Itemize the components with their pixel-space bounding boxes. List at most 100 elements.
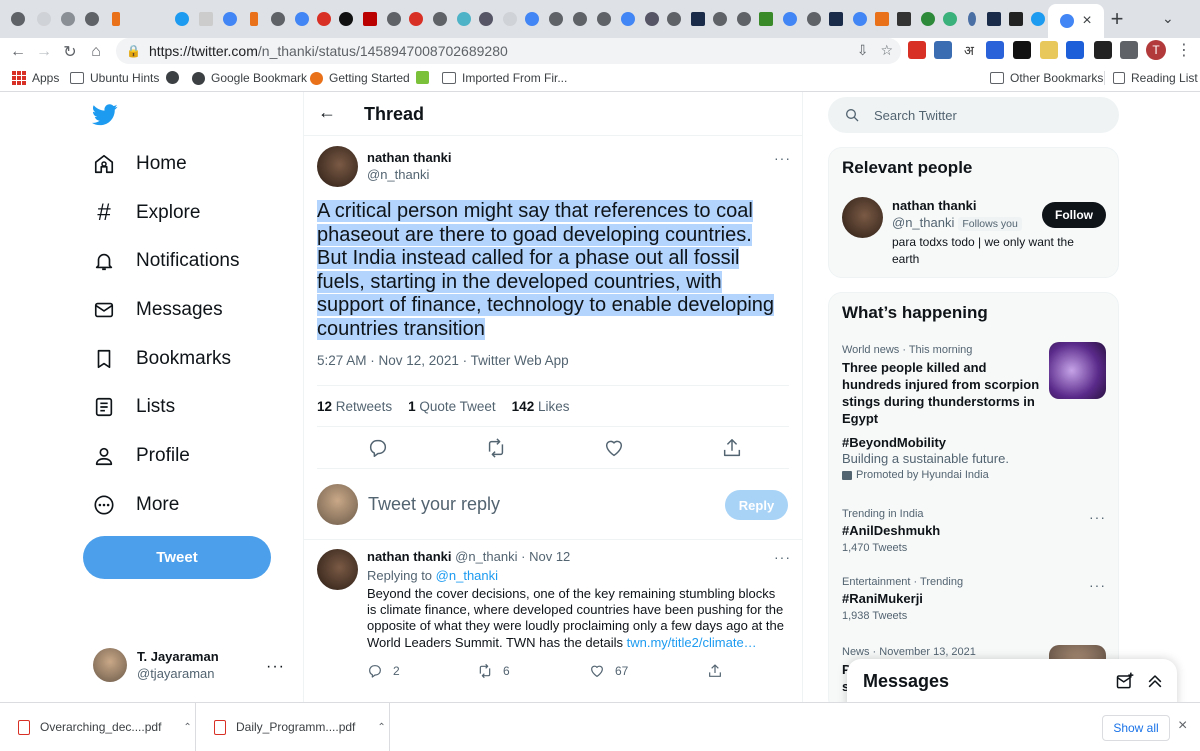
follow-button[interactable]: Follow — [1042, 202, 1106, 228]
replying-to-handle[interactable]: @n_thanki — [436, 568, 498, 583]
browser-tab[interactable] — [1028, 8, 1048, 30]
browser-tab[interactable] — [268, 8, 288, 30]
twitter-bird-icon[interactable] — [92, 104, 118, 126]
expand-chevron-up-icon[interactable] — [1145, 671, 1165, 691]
browser-tab[interactable] — [430, 8, 450, 30]
extension-icon[interactable] — [1040, 41, 1058, 59]
retweet-icon[interactable] — [485, 437, 507, 459]
browser-tab[interactable] — [826, 8, 846, 30]
quotes-stat[interactable]: 1 Quote Tweet — [408, 399, 496, 414]
retweets-stat[interactable]: 12 Retweets — [317, 399, 392, 414]
browser-tab[interactable] — [962, 8, 982, 30]
chevron-up-icon[interactable]: ⌃ — [377, 722, 385, 733]
bookmark-star-icon[interactable]: ☆ — [880, 42, 893, 59]
browser-tab[interactable] — [58, 8, 78, 30]
browser-tab[interactable] — [894, 8, 914, 30]
news-thumbnail[interactable] — [1049, 342, 1106, 399]
browser-tab[interactable] — [384, 8, 404, 30]
browser-tab[interactable] — [106, 8, 126, 30]
browser-tab[interactable] — [642, 8, 662, 30]
nav-messages[interactable]: Messages — [92, 298, 223, 322]
bookmark-extension[interactable] — [416, 71, 429, 84]
bookmark-ubuntu-hints[interactable]: Ubuntu Hints — [70, 71, 159, 85]
home-icon[interactable]: ⌂ — [84, 40, 108, 64]
avatar[interactable] — [842, 197, 883, 238]
share-action[interactable] — [707, 663, 723, 679]
browser-tab[interactable] — [8, 8, 28, 30]
nav-more[interactable]: More — [92, 493, 179, 517]
reading-list[interactable]: Reading List — [1104, 71, 1198, 85]
share-icon[interactable] — [721, 437, 743, 459]
back-arrow-icon[interactable]: ← — [6, 40, 30, 64]
bookmark-imported[interactable]: Imported From Fir... — [442, 71, 567, 85]
author-name[interactable]: nathan thanki — [367, 549, 452, 564]
trend-more-icon[interactable]: ··· — [1089, 509, 1106, 525]
browser-tab[interactable] — [594, 8, 614, 30]
hindi-extension-icon[interactable]: अ — [960, 41, 978, 59]
browser-tab[interactable] — [314, 8, 334, 30]
tweet-link[interactable]: twn.my/title2/climate… — [627, 635, 757, 650]
tab-search-chevron-icon[interactable]: ⌄ — [1162, 10, 1174, 27]
reply-button[interactable]: Reply — [725, 490, 788, 520]
avatar[interactable] — [317, 549, 358, 590]
close-icon[interactable]: × — [1178, 717, 1187, 735]
trend-item[interactable]: Trending in India #AnilDeshmukh 1,470 Tw… — [842, 508, 1107, 554]
browser-tab[interactable] — [476, 8, 496, 30]
account-more-icon[interactable]: ··· — [266, 658, 285, 676]
bookmark-globe[interactable] — [166, 71, 179, 84]
show-all-downloads-button[interactable]: Show all — [1102, 715, 1170, 741]
browser-tab[interactable] — [618, 8, 638, 30]
puzzle-extensions-icon[interactable] — [1120, 41, 1138, 59]
trend-more-icon[interactable]: ··· — [1089, 577, 1106, 593]
browser-tab[interactable] — [570, 8, 590, 30]
nav-notifications[interactable]: Notifications — [92, 249, 240, 273]
download-item[interactable]: Daily_Programm....pdf ⌃ — [196, 703, 390, 751]
account-switcher[interactable]: T. Jayaraman @tjayaraman — [93, 648, 219, 682]
person-name[interactable]: nathan thanki — [892, 198, 977, 213]
bookmark-other[interactable]: Other Bookmarks — [990, 71, 1103, 85]
likes-stat[interactable]: 142 Likes — [512, 399, 570, 414]
browser-tab[interactable] — [850, 8, 870, 30]
browser-tab[interactable] — [336, 8, 356, 30]
browser-tab[interactable] — [522, 8, 542, 30]
avatar[interactable] — [317, 146, 358, 187]
browser-tab[interactable] — [734, 8, 754, 30]
browser-tab[interactable] — [664, 8, 684, 30]
browser-tab[interactable] — [292, 8, 312, 30]
install-app-icon[interactable]: ⇩ — [857, 42, 869, 59]
nav-lists[interactable]: Lists — [92, 395, 175, 419]
reload-icon[interactable]: ↻ — [58, 40, 82, 64]
browser-tab[interactable] — [804, 8, 824, 30]
author-handle[interactable]: @n_thanki — [455, 549, 517, 564]
browser-tab[interactable] — [918, 8, 938, 30]
browser-tab[interactable] — [710, 8, 730, 30]
tweet-more-icon[interactable]: ··· — [774, 549, 791, 565]
browser-tab[interactable] — [688, 8, 708, 30]
browser-tab-active[interactable]: × — [1048, 4, 1104, 38]
tweet-more-icon[interactable]: ··· — [774, 150, 791, 166]
extension-icon[interactable] — [1013, 41, 1031, 59]
browser-tab[interactable] — [360, 8, 380, 30]
like-heart-icon[interactable] — [603, 437, 625, 459]
browser-tab[interactable] — [82, 8, 102, 30]
nav-profile[interactable]: Profile — [92, 444, 190, 468]
browser-tab[interactable] — [940, 8, 960, 30]
profile-avatar[interactable]: T — [1146, 40, 1166, 60]
tweet-button[interactable]: Tweet — [83, 536, 271, 579]
extension-icon[interactable] — [1066, 41, 1084, 59]
bookmark-apps[interactable]: Apps — [12, 71, 59, 85]
extension-icon[interactable] — [1094, 41, 1112, 59]
chevron-up-icon[interactable]: ⌃ — [183, 722, 191, 733]
browser-tab[interactable] — [780, 8, 800, 30]
browser-tab[interactable] — [220, 8, 240, 30]
extension-icon[interactable] — [986, 41, 1004, 59]
close-tab-icon[interactable]: × — [1082, 12, 1091, 30]
browser-tab[interactable] — [406, 8, 426, 30]
browser-tab[interactable] — [500, 8, 520, 30]
extension-icon[interactable] — [934, 41, 952, 59]
trend-item[interactable]: World news · This morning Three people k… — [842, 344, 1042, 427]
browser-tab[interactable] — [34, 8, 54, 30]
nav-home[interactable]: Home — [92, 152, 187, 176]
browser-tab[interactable] — [454, 8, 474, 30]
reply-input[interactable]: Tweet your reply — [368, 494, 500, 515]
